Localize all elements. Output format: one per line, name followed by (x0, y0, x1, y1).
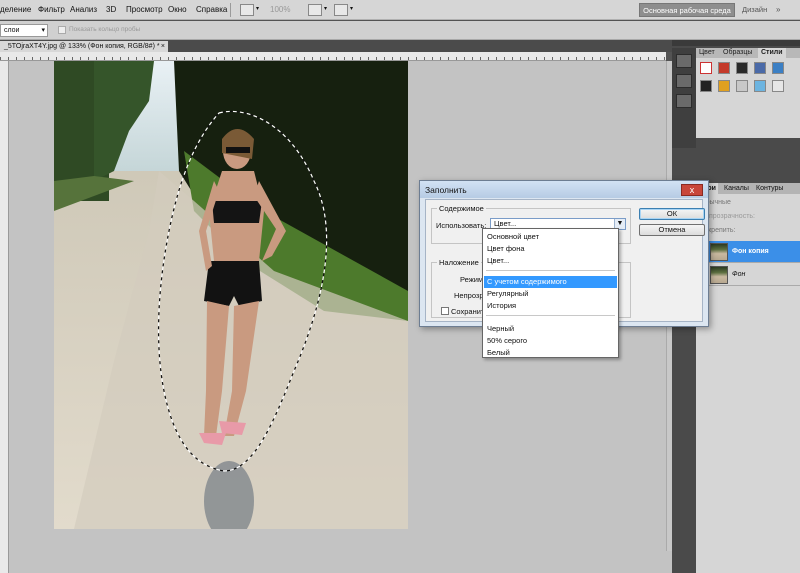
more-workspaces-icon[interactable]: » (776, 5, 780, 14)
cancel-button[interactable]: Отмена (639, 224, 705, 236)
vertical-ruler (0, 61, 9, 573)
tab-channels[interactable]: Каналы (722, 183, 751, 194)
document-tab-bar: _5TOjraXT4Y.jpg @ 133% (Фон копия, RGB/8… (0, 40, 672, 52)
layer-row-background-copy[interactable]: ● Фон копия (696, 241, 800, 263)
menu-bar: деление Фильтр Анализ 3D Просмотр Окно С… (0, 0, 800, 20)
contents-legend: Содержимое (437, 204, 486, 213)
style-swatch[interactable] (700, 80, 712, 92)
menu-help[interactable]: Справка (196, 5, 227, 14)
character-icon[interactable] (676, 94, 692, 108)
workspace-button[interactable]: Основная рабочая среда (639, 3, 735, 17)
color-panel-tabs: Цвет Образцы Стили (696, 48, 800, 58)
layer-row-background[interactable]: ● Фон (696, 264, 800, 286)
menu-select[interactable]: деление (0, 5, 31, 14)
chevron-down-icon[interactable]: ▾ (324, 5, 327, 12)
style-swatch[interactable] (772, 62, 784, 74)
tab-paths[interactable]: Контуры (754, 183, 785, 194)
option-black[interactable]: Черный (484, 323, 617, 335)
menu-view[interactable]: Просмотр (126, 5, 163, 14)
horizontal-ruler (0, 52, 666, 61)
menu-filter[interactable]: Фильтр (38, 5, 65, 14)
extras-icon[interactable] (334, 4, 348, 16)
styles-grid (696, 58, 800, 138)
chevron-down-icon[interactable]: ▾ (256, 5, 259, 12)
tab-swatches[interactable]: Образцы (720, 48, 755, 58)
dialog-titlebar[interactable]: Заполнить x (420, 181, 708, 198)
layers-panel-tabs: Слои Каналы Контуры (696, 183, 800, 194)
use-label: Использовать: (436, 221, 487, 230)
option-background-color[interactable]: Цвет фона (484, 243, 617, 255)
dropdown-separator (486, 315, 615, 316)
document-tab-title: _5TOjraXT4Y.jpg @ 133% (Фон копия, RGB/8… (4, 43, 160, 50)
use-select-value: Цвет... (494, 219, 517, 228)
document-tab[interactable]: _5TOjraXT4Y.jpg @ 133% (Фон копия, RGB/8… (0, 41, 168, 52)
style-swatch[interactable] (736, 62, 748, 74)
option-50-gray[interactable]: 50% серого (484, 335, 617, 347)
preserve-transparency-checkbox[interactable] (441, 307, 449, 315)
layer-thumbnail (710, 243, 728, 261)
option-pattern[interactable]: Регулярный (484, 288, 617, 300)
sample-layers-select[interactable]: слои (0, 24, 48, 37)
option-history[interactable]: История (484, 300, 617, 312)
screen-mode-icon[interactable] (308, 4, 322, 16)
style-swatch[interactable] (754, 62, 766, 74)
panel-icon-strip (672, 48, 696, 148)
option-color[interactable]: Цвет... (484, 255, 617, 267)
design-workspace-link[interactable]: Дизайн (742, 5, 767, 14)
layers-panel: Слои Каналы Контуры Обычные Непрозрачнос… (696, 183, 800, 573)
tab-styles[interactable]: Стили (758, 48, 786, 58)
close-icon[interactable]: x (681, 184, 703, 196)
arrange-documents-icon[interactable] (240, 4, 254, 16)
status-area (9, 551, 672, 573)
style-swatch[interactable] (736, 80, 748, 92)
menu-3d[interactable]: 3D (106, 5, 116, 14)
close-icon[interactable]: × (161, 41, 165, 52)
option-white[interactable]: Белый (484, 347, 617, 359)
photo-illustration (54, 61, 408, 529)
blending-legend: Наложение (437, 258, 481, 267)
style-swatch[interactable] (754, 80, 766, 92)
chevron-down-icon[interactable]: ▾ (350, 5, 353, 12)
style-swatch-none[interactable] (700, 62, 712, 74)
layer-thumbnail (710, 266, 728, 284)
menu-window[interactable]: Окно (168, 5, 187, 14)
menu-analysis[interactable]: Анализ (70, 5, 97, 14)
tab-color[interactable]: Цвет (696, 48, 718, 58)
layer-name: Фон (732, 271, 746, 278)
ok-button[interactable]: ОК (639, 208, 705, 220)
dialog-title: Заполнить (425, 185, 467, 195)
history-icon[interactable] (676, 54, 692, 68)
use-dropdown-list: Основной цвет Цвет фона Цвет... С учетом… (482, 228, 619, 358)
options-bar: слои Показать кольцо пробы (0, 21, 800, 40)
show-sampling-ring-checkbox[interactable] (58, 26, 66, 34)
layer-name: Фон копия (732, 248, 769, 255)
actions-icon[interactable] (676, 74, 692, 88)
menu-separator (230, 3, 231, 17)
zoom-level[interactable]: 100% (270, 5, 290, 14)
style-swatch[interactable] (772, 80, 784, 92)
panel-collapse-bar[interactable] (672, 40, 800, 46)
document-image[interactable] (54, 61, 408, 529)
show-sampling-ring-label: Показать кольцо пробы (69, 26, 141, 33)
style-swatch[interactable] (718, 62, 730, 74)
option-foreground-color[interactable]: Основной цвет (484, 231, 617, 243)
option-content-aware[interactable]: С учетом содержимого (484, 276, 617, 288)
dropdown-separator (486, 270, 615, 271)
style-swatch[interactable] (718, 80, 730, 92)
